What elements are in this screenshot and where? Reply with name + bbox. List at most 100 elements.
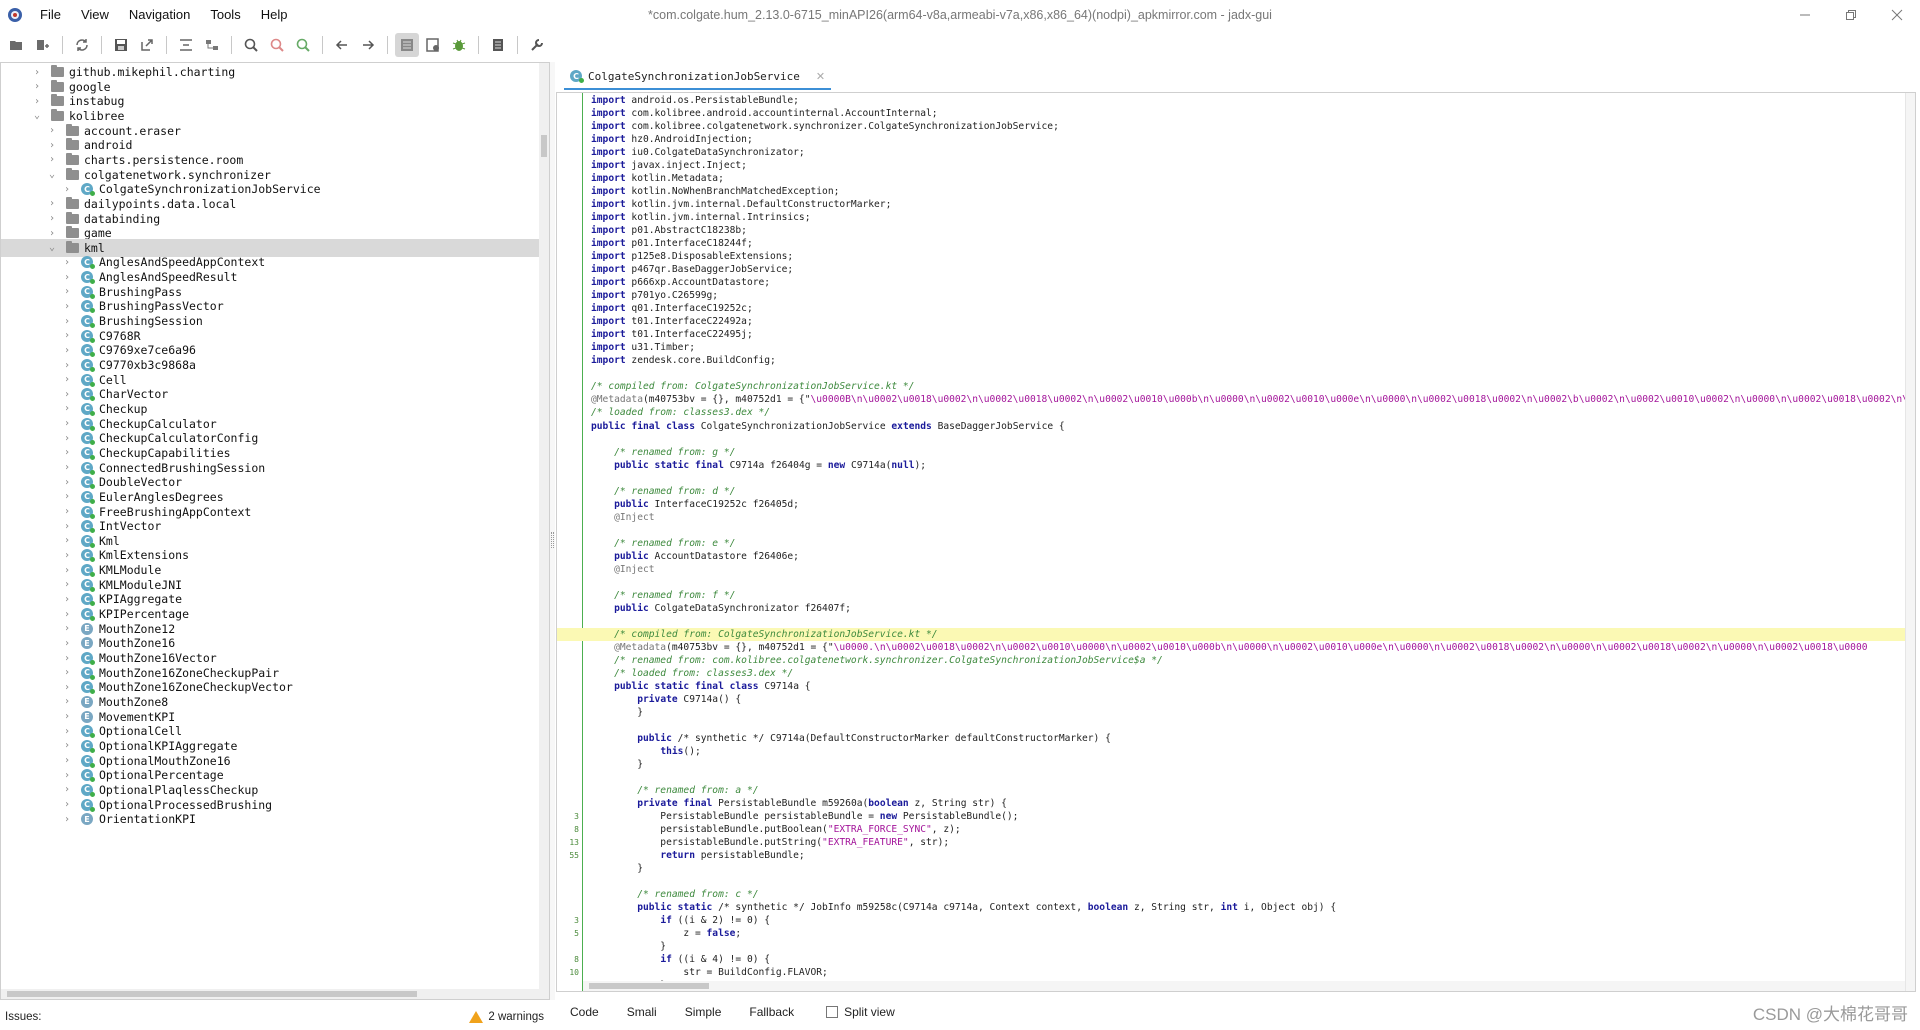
chevron-right-icon[interactable]: › (61, 740, 73, 751)
chevron-down-icon[interactable]: ⌄ (31, 110, 43, 121)
chevron-right-icon[interactable]: › (61, 330, 73, 341)
code-text: import javax.inject.Inject; (591, 160, 747, 172)
chevron-right-icon[interactable]: › (61, 667, 73, 678)
split-view-checkbox[interactable] (826, 1006, 839, 1018)
chevron-right-icon[interactable]: › (61, 521, 73, 532)
warnings-indicator[interactable]: 2 warnings (469, 1011, 544, 1023)
chevron-right-icon[interactable]: › (61, 799, 73, 810)
chevron-right-icon[interactable]: › (61, 755, 73, 766)
code-line: /* renamed from: g */ (557, 446, 1905, 459)
close-button[interactable] (1874, 0, 1920, 30)
tree-horizontal-scroll-thumb[interactable] (7, 991, 417, 997)
chevron-right-icon[interactable]: › (46, 198, 58, 209)
find-class-icon[interactable] (291, 33, 315, 57)
menu-help[interactable]: Help (251, 0, 298, 30)
chevron-right-icon[interactable]: › (31, 67, 43, 78)
tab-smali[interactable]: Smali (613, 1005, 671, 1019)
chevron-right-icon[interactable]: › (46, 140, 58, 151)
chevron-right-icon[interactable]: › (61, 535, 73, 546)
chevron-right-icon[interactable]: › (46, 228, 58, 239)
chevron-right-icon[interactable]: › (61, 286, 73, 297)
chevron-right-icon[interactable]: › (61, 638, 73, 649)
chevron-right-icon[interactable]: › (46, 213, 58, 224)
chevron-right-icon[interactable]: › (61, 609, 73, 620)
chevron-down-icon[interactable]: ⌄ (46, 169, 58, 180)
sync-tree-icon[interactable] (200, 33, 224, 57)
code-horizontal-scrollbar[interactable] (583, 981, 1905, 991)
log-icon[interactable] (486, 33, 510, 57)
open-file-icon[interactable] (5, 33, 29, 57)
chevron-right-icon[interactable]: › (61, 814, 73, 825)
export-icon[interactable] (135, 33, 159, 57)
menu-navigation[interactable]: Navigation (119, 0, 200, 30)
chevron-right-icon[interactable]: › (61, 257, 73, 268)
chevron-right-icon[interactable]: › (61, 345, 73, 356)
tree-vertical-scrollbar[interactable] (539, 63, 549, 999)
sync-icon[interactable] (70, 33, 94, 57)
tab-fallback[interactable]: Fallback (735, 1005, 808, 1019)
tree-class-node[interactable]: › E OrientationKPI (1, 810, 539, 828)
save-icon[interactable] (109, 33, 133, 57)
search-icon[interactable] (239, 33, 263, 57)
code-horizontal-scroll-thumb[interactable] (589, 983, 709, 989)
tree-horizontal-scrollbar[interactable] (1, 989, 549, 999)
chevron-right-icon[interactable]: › (31, 81, 43, 92)
chevron-right-icon[interactable]: › (61, 316, 73, 327)
code-editor[interactable]: import android.os.PersistableBundle; impo… (556, 92, 1916, 992)
chevron-right-icon[interactable]: › (61, 682, 73, 693)
split-pane-divider[interactable] (550, 62, 555, 1000)
chevron-right-icon[interactable]: › (61, 726, 73, 737)
split-view-toggle[interactable]: Split view (826, 1005, 895, 1019)
add-files-icon[interactable] (31, 33, 55, 57)
decompile-all-icon[interactable] (421, 33, 445, 57)
close-tab-icon[interactable]: ✕ (816, 70, 825, 83)
chevron-right-icon[interactable]: › (61, 784, 73, 795)
chevron-right-icon[interactable]: › (61, 462, 73, 473)
menu-file[interactable]: File (30, 0, 71, 30)
chevron-right-icon[interactable]: › (61, 653, 73, 664)
chevron-right-icon[interactable]: › (61, 565, 73, 576)
chevron-right-icon[interactable]: › (61, 550, 73, 561)
chevron-right-icon[interactable]: › (61, 491, 73, 502)
menu-view[interactable]: View (71, 0, 119, 30)
chevron-right-icon[interactable]: › (61, 301, 73, 312)
chevron-right-icon[interactable]: › (61, 433, 73, 444)
chevron-right-icon[interactable]: › (31, 96, 43, 107)
flatten-packages-icon[interactable] (174, 33, 198, 57)
search-usage-icon[interactable] (265, 33, 289, 57)
chevron-right-icon[interactable]: › (61, 623, 73, 634)
chevron-right-icon[interactable]: › (61, 506, 73, 517)
code-text: persistableBundle.putBoolean("EXTRA_FORC… (591, 824, 961, 836)
back-icon[interactable] (330, 33, 354, 57)
quark-icon[interactable] (395, 33, 419, 57)
debug-icon[interactable] (447, 33, 471, 57)
tab-code[interactable]: Code (556, 1005, 613, 1019)
chevron-right-icon[interactable]: › (61, 374, 73, 385)
chevron-right-icon[interactable]: › (61, 770, 73, 781)
tab-simple[interactable]: Simple (671, 1005, 736, 1019)
preferences-icon[interactable] (525, 33, 549, 57)
tree-vertical-scroll-thumb[interactable] (541, 135, 547, 157)
code-vertical-scrollbar[interactable] (1905, 93, 1915, 991)
restore-button[interactable] (1828, 0, 1874, 30)
chevron-right-icon[interactable]: › (61, 477, 73, 488)
chevron-right-icon[interactable]: › (61, 272, 73, 283)
chevron-down-icon[interactable]: ⌄ (46, 242, 58, 253)
chevron-right-icon[interactable]: › (46, 125, 58, 136)
chevron-right-icon[interactable]: › (61, 184, 73, 195)
chevron-right-icon[interactable]: › (61, 447, 73, 458)
forward-icon[interactable] (356, 33, 380, 57)
editor-tab[interactable]: C ColgateSynchronizationJobService ✕ (564, 64, 832, 90)
chevron-right-icon[interactable]: › (61, 579, 73, 590)
menu-tools[interactable]: Tools (200, 0, 250, 30)
chevron-right-icon[interactable]: › (61, 711, 73, 722)
chevron-right-icon[interactable]: › (61, 403, 73, 414)
chevron-right-icon[interactable]: › (61, 696, 73, 707)
chevron-right-icon[interactable]: › (61, 594, 73, 605)
chevron-right-icon[interactable]: › (61, 389, 73, 400)
chevron-right-icon[interactable]: › (61, 418, 73, 429)
chevron-right-icon[interactable]: › (46, 154, 58, 165)
chevron-right-icon[interactable]: › (61, 360, 73, 371)
code-text: persistableBundle.putString("EXTRA_FEATU… (591, 837, 950, 849)
minimize-button[interactable] (1782, 0, 1828, 30)
